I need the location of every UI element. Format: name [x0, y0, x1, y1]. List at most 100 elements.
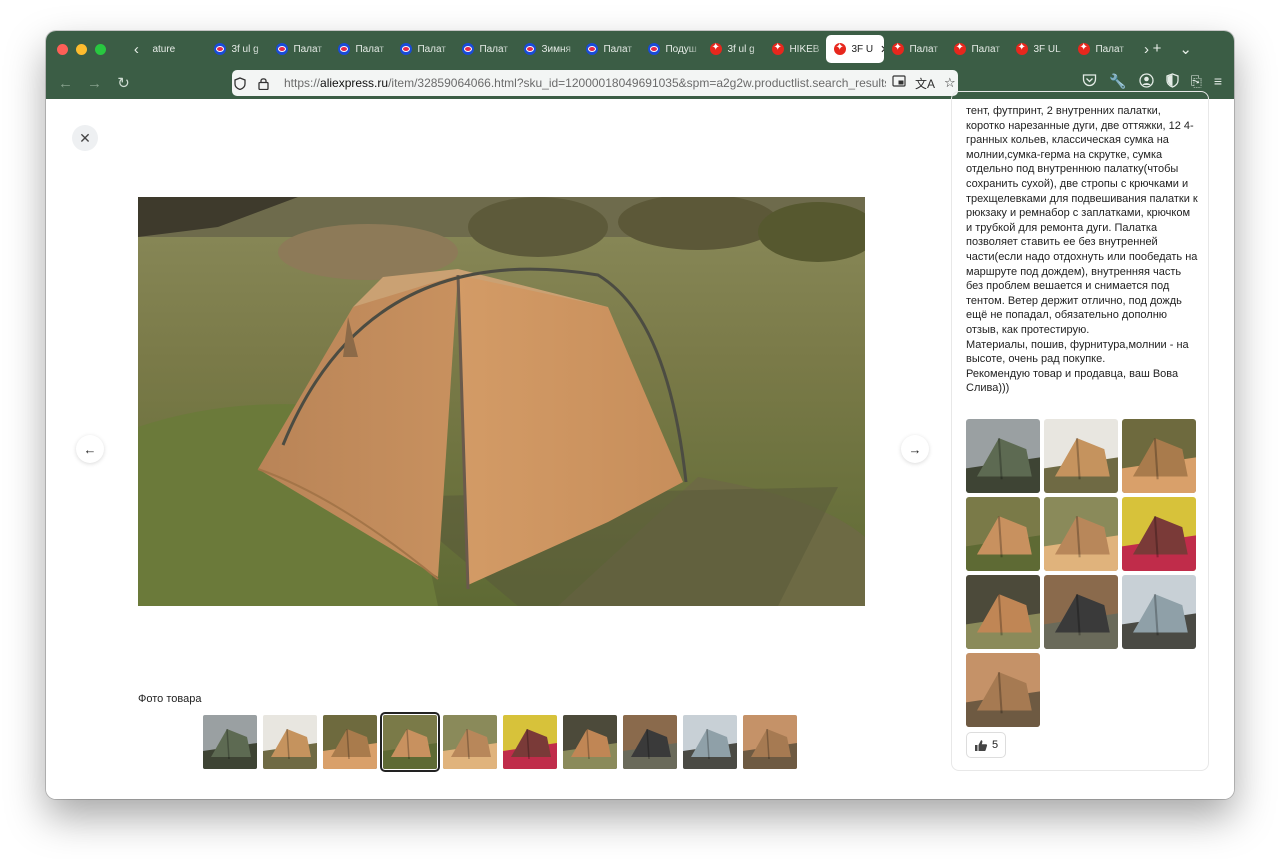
tab-label: 3F UL	[1033, 43, 1061, 55]
product-thumbnail[interactable]	[443, 715, 497, 769]
tab[interactable]: Палат	[454, 35, 517, 63]
product-thumbnail[interactable]	[203, 715, 257, 769]
aliexpress-icon	[892, 42, 905, 55]
reload-icon[interactable]: ↻	[109, 74, 138, 92]
scroll-tabs-right-icon[interactable]: ›	[1140, 41, 1152, 58]
product-thumbnail[interactable]	[683, 715, 737, 769]
ozon-icon	[276, 43, 289, 55]
ozon-icon	[462, 43, 475, 55]
tab[interactable]: 3F UL	[1008, 35, 1071, 63]
ozon-icon	[586, 43, 599, 55]
browser-window: ‹ ature 3f ul g Палат Палат Палат Палат Зимня П…	[46, 31, 1234, 799]
previous-photo-button[interactable]: ←	[76, 435, 104, 463]
tab-label: Зимня	[541, 43, 571, 55]
bookmark-star-icon[interactable]: ☆	[944, 75, 956, 92]
address-bar[interactable]: https://aliexpress.ru/item/32859064066.h…	[232, 70, 958, 96]
tab[interactable]: Палат	[1070, 35, 1133, 63]
tab-active[interactable]: 3F U✕	[826, 35, 885, 63]
review-photo[interactable]	[1122, 419, 1196, 493]
back-icon[interactable]: ←	[51, 75, 80, 92]
product-photos-label: Фото товара	[138, 693, 202, 705]
tab-list: ature 3f ul g Палат Палат Палат Палат Зимня Пал…	[144, 31, 1133, 67]
review-photo-grid	[966, 419, 1198, 727]
tab-label: 3f ul g	[727, 43, 755, 55]
tab-strip: ‹ ature 3f ul g Палат Палат Палат Палат Зимня П…	[46, 31, 1234, 67]
tab[interactable]: 3f ul g	[206, 35, 269, 63]
review-photo[interactable]	[1044, 575, 1118, 649]
review-photo[interactable]	[1122, 497, 1196, 571]
review-photo[interactable]	[966, 497, 1040, 571]
tab[interactable]: Палат	[268, 35, 331, 63]
account-icon[interactable]	[1138, 73, 1154, 90]
product-thumbnail[interactable]	[380, 712, 440, 772]
aliexpress-icon	[954, 42, 967, 55]
picture-in-picture-icon[interactable]	[892, 74, 906, 92]
review-photo[interactable]	[1044, 419, 1118, 493]
pocket-icon[interactable]	[1082, 73, 1097, 90]
tracking-shield-icon[interactable]	[234, 76, 256, 90]
close-window-button[interactable]	[57, 43, 68, 55]
review-photo[interactable]	[1044, 497, 1118, 571]
next-photo-button[interactable]: →	[901, 435, 929, 463]
tab-label: Палат	[417, 43, 446, 55]
product-thumbnail-strip	[203, 712, 797, 772]
close-viewer-button[interactable]: ✕	[72, 125, 98, 151]
review-paragraph: тент, футпринт, 2 внутренних палатки, ко…	[966, 105, 1198, 336]
privacy-shield-icon[interactable]	[1165, 73, 1179, 90]
lock-icon[interactable]	[258, 77, 280, 90]
product-thumbnail[interactable]	[503, 715, 557, 769]
product-thumbnail[interactable]	[263, 715, 317, 769]
scroll-tabs-left-icon[interactable]: ‹	[130, 41, 142, 58]
tab-label: 3f ul g	[231, 43, 259, 55]
tab[interactable]: HIKEB	[764, 35, 827, 63]
page-content: ✕ ← → Фото товара тент, футпринт, 2 внут…	[46, 91, 1234, 799]
tab[interactable]: Палат	[946, 35, 1009, 63]
tab-label: Подуш	[665, 43, 697, 55]
tab[interactable]: Палат	[330, 35, 393, 63]
url-text[interactable]: https://aliexpress.ru/item/32859064066.h…	[284, 76, 886, 90]
menu-icon[interactable]: ≡	[1214, 73, 1222, 90]
ozon-icon	[214, 43, 227, 55]
fullscreen-window-button[interactable]	[95, 43, 106, 55]
review-photo[interactable]	[966, 575, 1040, 649]
tab[interactable]: Палат	[578, 35, 641, 63]
review-paragraph: Рекомендую товар и продавца, ваш Вова Сл…	[966, 367, 1179, 395]
tab-label: Палат	[909, 43, 938, 55]
tab[interactable]: Палат	[884, 35, 947, 63]
extensions-icon[interactable]: ⎘	[1191, 73, 1202, 90]
tab-label: 3F U	[851, 43, 874, 55]
product-thumbnail[interactable]	[323, 715, 377, 769]
minimize-window-button[interactable]	[76, 43, 87, 55]
ozon-icon	[338, 43, 351, 55]
review-photo[interactable]	[966, 419, 1040, 493]
like-button[interactable]: 5	[966, 732, 1006, 758]
review-text: тент, футпринт, 2 внутренних палатки, ко…	[966, 104, 1198, 396]
tab[interactable]: ature	[144, 35, 207, 63]
new-tab-icon[interactable]: +	[1153, 40, 1162, 58]
review-photo[interactable]	[1122, 575, 1196, 649]
tab-label: HIKEB	[789, 43, 820, 55]
aliexpress-icon	[772, 42, 785, 55]
translate-icon[interactable]: 文A	[915, 75, 935, 92]
tab-list-dropdown-icon[interactable]: ⌄	[1179, 40, 1192, 58]
product-thumbnail[interactable]	[743, 715, 797, 769]
tools-wrench-icon[interactable]: 🔧	[1109, 73, 1126, 90]
aliexpress-icon	[1016, 42, 1029, 55]
ozon-icon	[400, 43, 413, 55]
forward-icon[interactable]: →	[80, 75, 109, 92]
product-thumbnail[interactable]	[563, 715, 617, 769]
aliexpress-icon	[1078, 42, 1091, 55]
tab[interactable]: 3f ul g	[702, 35, 765, 63]
tab[interactable]: Подуш	[640, 35, 703, 63]
thumbs-up-icon	[974, 739, 988, 752]
like-count: 5	[991, 739, 999, 751]
aliexpress-icon	[710, 42, 723, 55]
tab[interactable]: Зимня	[516, 35, 579, 63]
tab[interactable]: Палат	[392, 35, 455, 63]
tab-label: Палат	[479, 43, 508, 55]
tab-label: Палат	[1095, 43, 1124, 55]
window-controls	[57, 43, 130, 55]
aliexpress-icon	[834, 42, 847, 55]
product-thumbnail[interactable]	[623, 715, 677, 769]
review-photo[interactable]	[966, 653, 1040, 727]
